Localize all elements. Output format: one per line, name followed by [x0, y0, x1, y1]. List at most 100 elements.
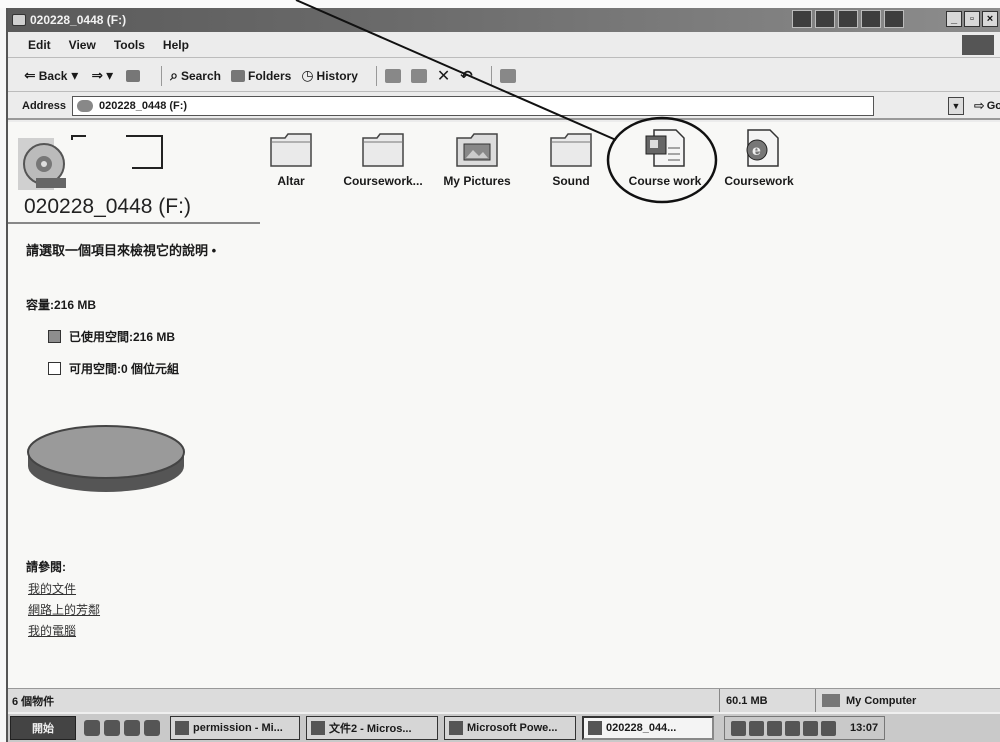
tray-icon[interactable] [884, 10, 904, 28]
minimize-button[interactable]: _ [946, 11, 962, 27]
tray-icon[interactable] [815, 10, 835, 28]
folder-icon [550, 133, 592, 167]
title-tray-icons [792, 10, 904, 28]
menu-view[interactable]: View [69, 38, 96, 52]
views-icon[interactable] [499, 68, 516, 83]
link-my-documents[interactable]: 我的文件 [28, 580, 76, 597]
html-document-icon: e [746, 129, 779, 167]
undo-icon[interactable]: ↶ [460, 67, 473, 85]
computer-icon [822, 694, 840, 707]
drive-icon [12, 14, 26, 26]
folder-view[interactable]: 020228_0448 (F:) 請選取一個項目來檢視它的說明 • 容量:216… [8, 122, 1000, 688]
toolbar-separator [161, 65, 163, 86]
forward-button[interactable]: ⇒ ▾ [91, 67, 116, 84]
toolbar-separator [490, 65, 492, 86]
copy-to-icon[interactable] [410, 68, 427, 83]
item-label: Sound [552, 174, 590, 188]
quick-launch-icon[interactable] [144, 720, 160, 736]
object-count: 6 個物件 [12, 695, 55, 708]
title-bar[interactable]: 020228_0448 (F:) _ ▫ × [8, 8, 1000, 32]
maximize-button[interactable]: ▫ [964, 11, 980, 27]
chevron-down-icon[interactable]: ▾ [106, 67, 113, 84]
free-space-text: 可用空間:0 個位元組 [69, 362, 180, 376]
search-button[interactable]: ⌕ Search [170, 67, 221, 84]
explorer-window: 020228_0448 (F:) _ ▫ × Edit View Tools H… [6, 8, 1000, 742]
back-label: Back [38, 68, 68, 83]
browser-icon[interactable] [104, 720, 120, 736]
tray-icon[interactable] [803, 720, 818, 736]
item-label: Course work [628, 174, 702, 188]
quick-launch-icon[interactable] [124, 720, 140, 736]
used-space-text: 已使用空間:216 MB [69, 330, 176, 344]
item-label: Coursework... [343, 174, 423, 188]
go-arrow-icon: ⇨ [973, 98, 985, 113]
folders-icon [230, 69, 245, 82]
pictures-folder-icon [456, 133, 498, 167]
chevron-down-icon[interactable]: ▾ [67, 67, 78, 84]
tray-icon[interactable] [767, 720, 782, 736]
address-label: Address [22, 100, 67, 112]
zone-indicator: My Computer [816, 694, 916, 707]
free-space-swatch [48, 362, 61, 375]
speaker-icon[interactable] [785, 720, 800, 736]
system-tray: 13:07 [724, 716, 886, 740]
window-controls: _ ▫ × [946, 11, 998, 27]
word-icon [311, 721, 325, 735]
divider [8, 222, 260, 224]
used-space-legend: 已使用空間:216 MB [48, 328, 175, 345]
taskbar-button[interactable]: Microsoft Powe... [444, 716, 576, 740]
free-space-legend: 可用空間:0 個位元組 [48, 360, 179, 377]
task-label: 020228_044... [606, 722, 677, 734]
tray-icon[interactable] [821, 720, 836, 736]
taskbar-button-active[interactable]: 020228_044... [582, 716, 714, 740]
tray-icon[interactable] [731, 720, 746, 736]
folders-button[interactable]: Folders [230, 69, 291, 83]
close-button[interactable]: × [982, 11, 998, 27]
up-folder-icon [126, 69, 141, 82]
up-folder-button[interactable] [126, 69, 143, 82]
tray-icon[interactable] [861, 10, 881, 28]
address-input[interactable]: 020228_0448 (F:) [72, 96, 875, 116]
delete-icon[interactable]: ✕ [437, 66, 450, 86]
task-label: Microsoft Powe... [467, 722, 558, 734]
tray-icon[interactable] [792, 10, 812, 28]
see-also-heading: 請參閱: [26, 560, 66, 574]
word-icon [175, 721, 189, 735]
taskbar: 開始 permission - Mi... 文件2 - Micros... Mi… [8, 712, 1000, 742]
menu-bar: Edit View Tools Help [8, 32, 1000, 58]
go-button[interactable]: ⇨ Go [974, 98, 1000, 114]
taskbar-button[interactable]: 文件2 - Micros... [306, 716, 438, 740]
folder-icon [270, 133, 312, 167]
capacity-text: 容量:216 MB [26, 298, 97, 312]
start-button[interactable]: 開始 [10, 716, 76, 740]
tray-icons [731, 720, 836, 736]
drive-icon [77, 100, 94, 112]
windows-flag-icon [962, 35, 994, 55]
history-button[interactable]: ◷ History [301, 67, 358, 84]
taskbar-button[interactable]: permission - Mi... [170, 716, 300, 740]
toolbar-separator [375, 65, 377, 86]
link-network-places[interactable]: 網路上的芳鄰 [28, 601, 100, 618]
item-label: Altar [277, 174, 305, 188]
total-size: 60.1 MB [726, 694, 768, 707]
menu-edit[interactable]: Edit [28, 38, 51, 52]
show-desktop-icon[interactable] [84, 720, 100, 736]
clock[interactable]: 13:07 [850, 722, 878, 734]
powerpoint-icon [449, 721, 463, 735]
cd-drive-icon [18, 135, 163, 190]
link-my-computer[interactable]: 我的電腦 [28, 622, 76, 639]
menu-tools[interactable]: Tools [114, 38, 145, 52]
tray-icon[interactable] [749, 720, 764, 736]
forward-arrow-icon: ⇒ [91, 67, 104, 83]
file-item[interactable]: e Coursework [704, 128, 814, 188]
move-to-icon[interactable] [384, 68, 401, 83]
tray-icon[interactable] [838, 10, 858, 28]
history-icon: ◷ [301, 67, 314, 83]
address-dropdown-button[interactable]: ▼ [948, 97, 964, 115]
search-icon: ⌕ [170, 67, 178, 83]
zone-label: My Computer [846, 694, 917, 707]
back-button[interactable]: ⇐ Back ▾ [24, 67, 81, 84]
menu-help[interactable]: Help [163, 38, 189, 52]
used-space-swatch [48, 330, 61, 343]
task-label: permission - Mi... [193, 722, 283, 734]
